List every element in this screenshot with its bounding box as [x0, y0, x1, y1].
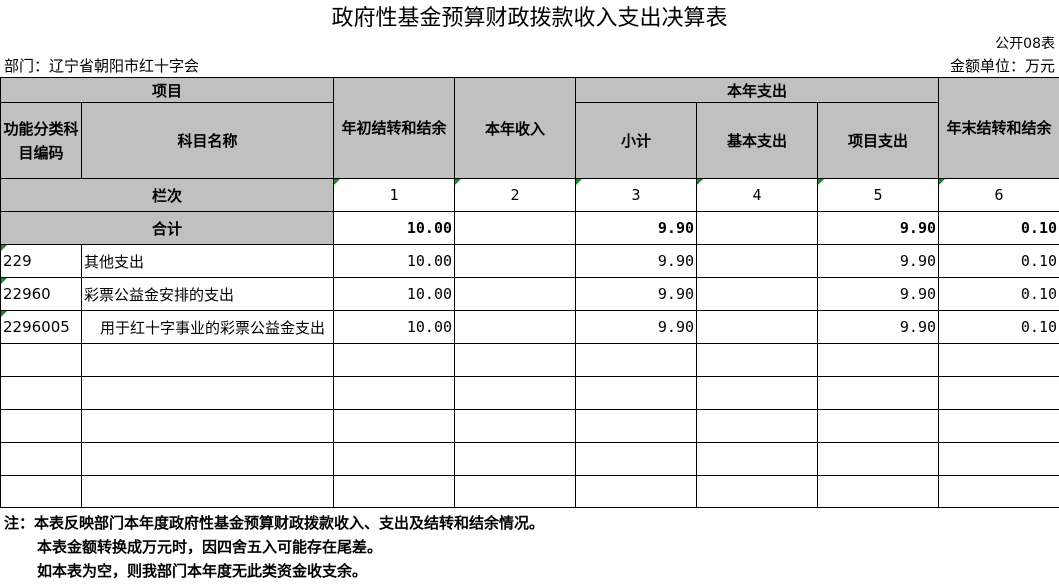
empty-row [0, 475, 1059, 508]
total-income [454, 211, 577, 245]
row-subtotal: 9.90 [575, 277, 698, 311]
total-begin: 10.00 [333, 211, 456, 245]
row-end: 0.10 [938, 277, 1059, 311]
empty-row [0, 376, 1059, 410]
row-basic [696, 244, 819, 278]
note-line-2: 本表金额转换成万元时，因四舍五入可能存在尾差。 [37, 538, 383, 556]
notes: 注：本表反映部门本年度政府性基金预算财政拨款收入、支出及结转和结余情况。 本表金… [4, 511, 544, 583]
unit-label: 金额单位：万元 [949, 57, 1055, 75]
total-subtotal: 9.90 [575, 211, 698, 245]
row-project: 9.90 [817, 310, 940, 344]
row-end: 0.10 [938, 310, 1059, 344]
row-end: 0.10 [938, 244, 1059, 278]
form-code: 公开08表 [995, 36, 1055, 52]
total-basic [696, 211, 819, 245]
row-code: 22960 [0, 277, 82, 311]
row-income [454, 277, 577, 311]
header-item: 项目 [0, 77, 335, 103]
row-name: 其他支出 [80, 244, 335, 278]
column-index-5: 5 [817, 178, 940, 212]
row-begin: 10.00 [333, 244, 456, 278]
column-index-2: 2 [454, 178, 577, 212]
row-subtotal: 9.90 [575, 310, 698, 344]
total-row: 合计 10.00 9.90 9.90 0.10 [0, 211, 1059, 245]
header-func-code: 功能分类科目编码 [0, 102, 82, 179]
row-name: 用于红十字事业的彩票公益金支出 [80, 310, 335, 344]
row-basic [696, 310, 819, 344]
column-index-3: 3 [575, 178, 698, 212]
header-expense: 本年支出 [575, 77, 940, 103]
header-basic: 基本支出 [696, 102, 819, 179]
row-code: 229 [0, 244, 82, 278]
header-project: 项目支出 [817, 102, 940, 179]
empty-row [0, 442, 1059, 476]
empty-row [0, 409, 1059, 443]
row-project: 9.90 [817, 244, 940, 278]
note-line-1: 注：本表反映部门本年度政府性基金预算财政拨款收入、支出及结转和结余情况。 [4, 514, 545, 532]
row-project: 9.90 [817, 277, 940, 311]
total-end: 0.10 [938, 211, 1059, 245]
department-label: 部门：辽宁省朝阳市红十字会 [4, 57, 200, 75]
row-name: 彩票公益金安排的支出 [80, 277, 335, 311]
table-row: 2296005 用于红十字事业的彩票公益金支出 10.00 9.90 9.90 … [0, 310, 1059, 344]
row-basic [696, 277, 819, 311]
row-income [454, 244, 577, 278]
header-subtotal: 小计 [575, 102, 698, 179]
header-subject-name: 科目名称 [80, 102, 335, 179]
row-subtotal: 9.90 [575, 244, 698, 278]
column-index-4: 4 [696, 178, 819, 212]
column-index-1: 1 [333, 178, 456, 212]
table-row: 22960 彩票公益金安排的支出 10.00 9.90 9.90 0.10 [0, 277, 1059, 311]
row-code: 2296005 [0, 310, 82, 344]
row-begin: 10.00 [333, 277, 456, 311]
empty-row [0, 343, 1059, 377]
total-project: 9.90 [817, 211, 940, 245]
note-line-3: 如本表为空，则我部门本年度无此类资金收支余。 [37, 562, 368, 580]
budget-table: 项目 年初结转和结余 本年收入 本年支出 年末结转和结余 功能分类科目编码 科目… [0, 77, 1059, 508]
header-income: 本年收入 [454, 77, 577, 179]
column-index-label: 栏次 [0, 178, 335, 212]
row-begin: 10.00 [333, 310, 456, 344]
page-title: 政府性基金预算财政拨款收入支出决算表 [331, 6, 728, 31]
row-income [454, 310, 577, 344]
header-end-balance: 年末结转和结余 [938, 77, 1059, 179]
header-begin-balance: 年初结转和结余 [333, 77, 456, 179]
total-label: 合计 [0, 211, 335, 245]
table-row: 229 其他支出 10.00 9.90 9.90 0.10 [0, 244, 1059, 278]
column-index-6: 6 [938, 178, 1059, 212]
